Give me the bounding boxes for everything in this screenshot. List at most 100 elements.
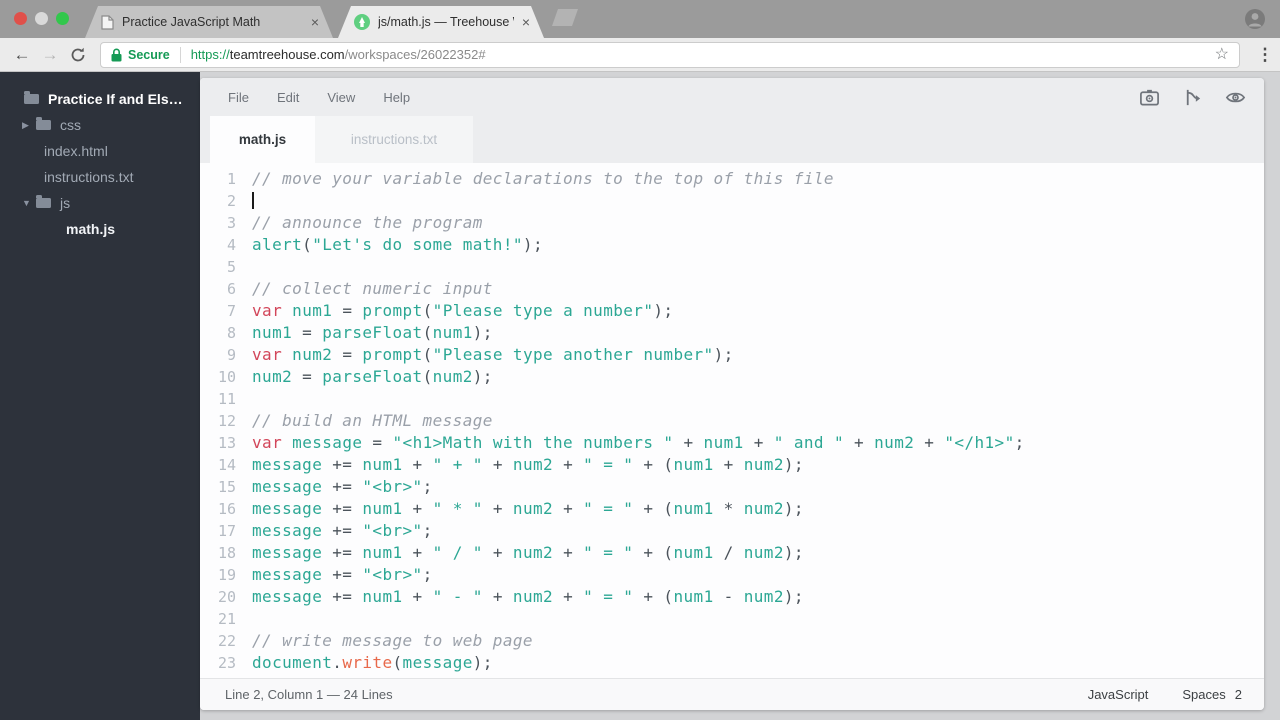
line-number: 20 <box>217 588 236 606</box>
code-line[interactable]: 2 <box>200 190 1264 212</box>
code-line[interactable]: 23 document.write(message); <box>200 652 1264 674</box>
line-number: 3 <box>226 214 236 232</box>
code-line[interactable]: 11 <box>200 388 1264 410</box>
line-number: 5 <box>226 258 236 276</box>
code-line-text: message += num1 + " + " + num2 + " = " +… <box>252 455 804 474</box>
tab-close-icon[interactable]: × <box>311 15 319 29</box>
code-line[interactable]: 21 <box>200 608 1264 630</box>
code-line[interactable]: 17 message += "<br>"; <box>200 520 1264 542</box>
disclosure-triangle-icon[interactable]: ▼ <box>22 198 36 208</box>
workspace-main: File Edit View Help math.js instructions… <box>200 72 1280 720</box>
snapshot-camera-icon[interactable] <box>1139 87 1160 108</box>
code-line[interactable]: 10 num2 = parseFloat(num2); <box>200 366 1264 388</box>
line-number: 15 <box>217 478 236 496</box>
line-number: 14 <box>217 456 236 474</box>
sidebar-item-instructions-txt[interactable]: instructions.txt <box>0 164 200 190</box>
code-line[interactable]: 7 var num1 = prompt("Please type a number… <box>200 300 1264 322</box>
editor-tabrow: math.js instructions.txt <box>200 116 1264 163</box>
bookmark-star-icon[interactable]: ☆ <box>1215 46 1229 63</box>
browser-tab-practice[interactable]: Practice JavaScript Math × <box>85 6 333 38</box>
code-line[interactable]: 22 // write message to web page <box>200 630 1264 652</box>
sidebar-item-js[interactable]: ▼ js <box>0 190 200 216</box>
code-line[interactable]: 19 message += "<br>"; <box>200 564 1264 586</box>
disclosure-triangle-icon[interactable]: ▶ <box>22 120 36 131</box>
fork-icon[interactable] <box>1182 87 1203 108</box>
code-line-text: var message = "<h1>Math with the numbers… <box>252 433 1025 452</box>
code-line[interactable]: 20 message += num1 + " - " + num2 + " = "… <box>200 586 1264 608</box>
tab-title: Practice JavaScript Math <box>122 15 261 29</box>
address-bar[interactable]: Secure https://teamtreehouse.com/workspa… <box>100 41 1240 68</box>
url-scheme: https:// <box>190 47 230 62</box>
sidebar-item-practice-if-and-els[interactable]: Practice If and Els… <box>0 86 200 112</box>
line-number: 1 <box>226 170 236 188</box>
tab-title: js/math.js — Treehouse Works <box>378 15 510 29</box>
address-divider <box>179 46 181 63</box>
code-line-text: var num1 = prompt("Please type a number"… <box>252 301 674 320</box>
code-line-text: // write message to web page <box>252 631 533 650</box>
code-line[interactable]: 1 // move your variable declarations to t… <box>200 168 1264 190</box>
menu-help[interactable]: Help <box>383 90 410 105</box>
window-controls <box>14 12 69 25</box>
sidebar-item-index-html[interactable]: index.html <box>0 138 200 164</box>
sidebar-item-label: instructions.txt <box>44 169 134 185</box>
window-close-button[interactable] <box>14 12 27 25</box>
line-number: 23 <box>217 654 236 672</box>
back-button[interactable]: ← <box>8 45 36 65</box>
code-line[interactable]: 8 num1 = parseFloat(num1); <box>200 322 1264 344</box>
code-line[interactable]: 18 message += num1 + " / " + num2 + " = "… <box>200 542 1264 564</box>
line-number: 8 <box>226 324 236 342</box>
code-line[interactable]: 13 var message = "<h1>Math with the numbe… <box>200 432 1264 454</box>
file-tree: Practice If and Els… ▶ css index.html instru… <box>0 86 200 242</box>
secure-label: Secure <box>128 47 170 62</box>
editor-panel: File Edit View Help math.js instructions… <box>200 78 1264 710</box>
window-zoom-button[interactable] <box>56 12 69 25</box>
code-line[interactable]: 12 // build an HTML message <box>200 410 1264 432</box>
line-number: 4 <box>226 236 236 254</box>
code-line[interactable]: 6 // collect numeric input <box>200 278 1264 300</box>
indent-setting[interactable]: Spaces 2 <box>1182 687 1242 702</box>
line-number: 19 <box>217 566 236 584</box>
code-line-text: // collect numeric input <box>252 279 493 298</box>
preview-eye-icon[interactable] <box>1225 87 1246 108</box>
menu-edit[interactable]: Edit <box>277 90 299 105</box>
code-line[interactable]: 15 message += "<br>"; <box>200 476 1264 498</box>
tab-close-icon[interactable]: × <box>522 15 530 29</box>
new-tab-button[interactable] <box>552 9 578 26</box>
line-number: 18 <box>217 544 236 562</box>
editor-tab-mathjs[interactable]: math.js <box>210 116 315 163</box>
code-line[interactable]: 5 <box>200 256 1264 278</box>
sidebar-item-label: index.html <box>44 143 108 159</box>
sidebar-item-css[interactable]: ▶ css <box>0 112 200 138</box>
forward-button[interactable]: → <box>36 45 64 65</box>
code-line[interactable]: 3 // announce the program <box>200 212 1264 234</box>
chrome-menu-icon[interactable]: ⋮ <box>1250 45 1280 65</box>
line-number: 17 <box>217 522 236 540</box>
code-line-text: // move your variable declarations to th… <box>252 169 834 188</box>
code-line-text: num2 = parseFloat(num2); <box>252 367 493 386</box>
browser-tabstrip: Practice JavaScript Math × js/math.js — … <box>0 0 1280 38</box>
code-line-text: document.write(message); <box>252 653 493 672</box>
browser-tab-workspace[interactable]: js/math.js — Treehouse Works × <box>338 6 544 38</box>
treehouse-favicon <box>354 14 370 30</box>
sidebar-item-math-js[interactable]: math.js <box>0 216 200 242</box>
line-number: 13 <box>217 434 236 452</box>
code-line-text: // build an HTML message <box>252 411 493 430</box>
line-number: 6 <box>226 280 236 298</box>
line-number: 11 <box>217 390 236 408</box>
code-line-text: message += num1 + " - " + num2 + " = " +… <box>252 587 804 606</box>
editor-statusbar: Line 2, Column 1 — 24 Lines JavaScript S… <box>200 678 1264 710</box>
code-line[interactable]: 14 message += num1 + " + " + num2 + " = "… <box>200 454 1264 476</box>
profile-avatar-icon[interactable] <box>1244 8 1266 30</box>
cursor-position-label: Line 2, Column 1 — 24 Lines <box>225 687 393 702</box>
window-minimize-button[interactable] <box>35 12 48 25</box>
code-line[interactable]: 9 var num2 = prompt("Please type another … <box>200 344 1264 366</box>
code-line[interactable]: 16 message += num1 + " * " + num2 + " = "… <box>200 498 1264 520</box>
code-editor[interactable]: 1 // move your variable declarations to t… <box>200 163 1264 678</box>
editor-tab-instructions[interactable]: instructions.txt <box>315 116 473 163</box>
menu-view[interactable]: View <box>327 90 355 105</box>
menu-file[interactable]: File <box>228 90 249 105</box>
reload-button[interactable] <box>64 46 92 64</box>
sidebar-item-label: js <box>60 195 71 211</box>
code-line[interactable]: 4 alert("Let's do some math!"); <box>200 234 1264 256</box>
language-label[interactable]: JavaScript <box>1088 687 1149 702</box>
